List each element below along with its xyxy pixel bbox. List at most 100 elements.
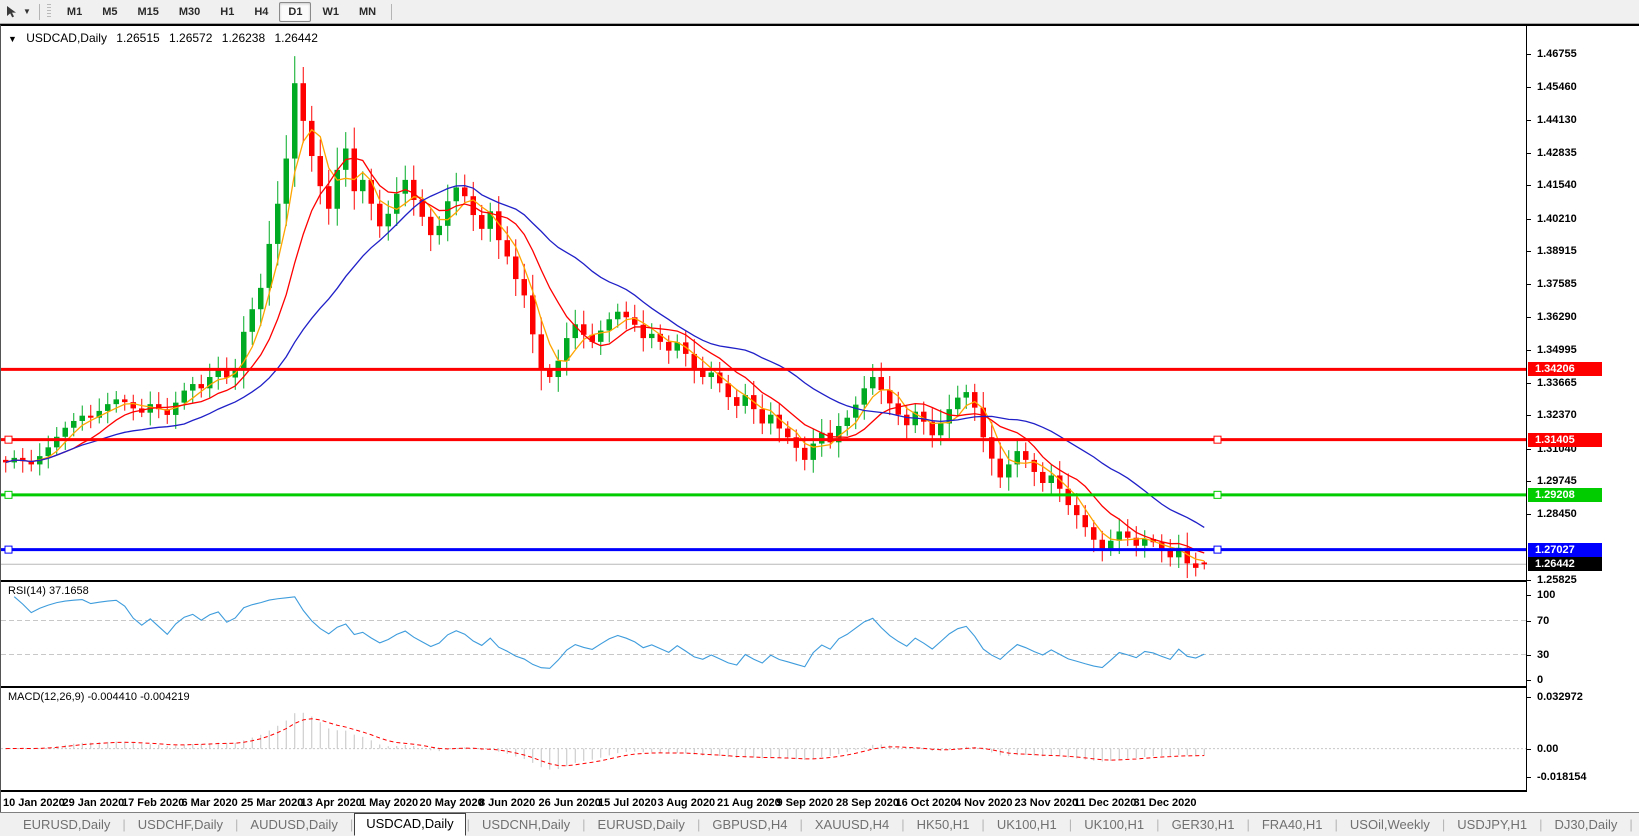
toolbar: ▼ M1 M5 M15 M30 H1 H4 D1 W1 MN — [0, 0, 1639, 24]
macd-signal-line — [5, 718, 1205, 767]
timeframe-button-d1[interactable]: D1 — [279, 1, 312, 22]
rsi-panel: RSI(14) 37.1658 — [1, 582, 1638, 686]
timeframe-button-w1[interactable]: W1 — [313, 2, 348, 22]
tab-eurusd-daily[interactable]: EURUSD,Daily — [587, 814, 696, 835]
tab-uk100-h1[interactable]: UK100,H1 — [1073, 814, 1155, 835]
tab-separator: | — [235, 817, 239, 832]
rsi-plot[interactable] — [1, 582, 1526, 686]
price-axis-label: 1.40210 — [1537, 212, 1577, 225]
trading-app: ▼ M1 M5 M15 M30 H1 H4 D1 W1 MN ▼ USDCAD,Daily 1.… — [0, 0, 1639, 836]
price-badge: 1.29208 — [1528, 487, 1602, 502]
cursor-tool-icon[interactable] — [4, 4, 20, 20]
tab-ger30-h1[interactable]: GER30,H1 — [1161, 814, 1246, 835]
hline-handle-right[interactable] — [1213, 490, 1222, 499]
macd-plot[interactable] — [1, 688, 1526, 790]
tab-separator: | — [1068, 817, 1073, 832]
hline-handle-left[interactable] — [4, 435, 13, 444]
rsi-axis-label: 70 — [1537, 614, 1550, 627]
date-label: 15 Jul 2020 — [598, 797, 657, 809]
macd-axis-label: 0.032972 — [1537, 691, 1583, 703]
tab-xauusd-h4[interactable]: XAUUSD,H4 — [804, 814, 900, 835]
chart-title: ▼ USDCAD,Daily 1.26515 1.26572 1.26238 1… — [8, 31, 324, 45]
tab-usdcnh-daily[interactable]: USDCNH,Daily — [471, 814, 581, 835]
tab-hk50-h1[interactable]: HK50,H1 — [906, 814, 981, 835]
tab-separator: | — [349, 817, 354, 832]
tool-dropdown-caret-icon[interactable]: ▼ — [23, 7, 31, 16]
tab-separator: | — [1441, 817, 1446, 832]
axis-tick — [1527, 481, 1531, 483]
hline-handle-right[interactable] — [1213, 435, 1222, 444]
axis-tick — [1527, 218, 1531, 220]
tab-china300-h1[interactable]: CHINA300,H1 — [1634, 814, 1639, 835]
rsi-line — [13, 596, 1205, 669]
tab-gbpusd-h4[interactable]: GBPUSD,H4 — [701, 814, 798, 835]
tab-usdjpy-h1[interactable]: USDJPY,H1 — [1446, 814, 1538, 835]
price-badge: 1.34206 — [1528, 362, 1602, 377]
axis-tick — [1527, 54, 1531, 56]
date-label: 23 Nov 2020 — [1014, 797, 1079, 809]
date-label: 10 Jan 2020 — [3, 797, 65, 809]
macd-axis-label: 0.00 — [1537, 742, 1559, 755]
date-label: 17 Feb 2020 — [122, 797, 185, 809]
date-label: 25 Mar 2020 — [241, 797, 304, 809]
tab-separator: | — [466, 817, 471, 832]
axis-tick — [1527, 448, 1531, 450]
chart-dropdown-caret-icon[interactable]: ▼ — [8, 34, 17, 44]
price-axis-label: 1.46755 — [1537, 48, 1577, 61]
tab-dj30-daily[interactable]: DJ30,Daily — [1544, 814, 1629, 835]
date-label: 29 Jan 2020 — [62, 797, 125, 809]
axis-tick — [1527, 86, 1531, 88]
tab-usdchf-daily[interactable]: USDCHF,Daily — [127, 814, 234, 835]
price-axis-label: 1.32370 — [1537, 409, 1577, 422]
symbol-label: USDCAD,Daily — [26, 31, 107, 45]
axis-tick — [1527, 185, 1531, 187]
main-chart-plot[interactable] — [1, 26, 1526, 580]
toolbar-separator — [391, 3, 393, 20]
ohlc-open: 1.26515 — [116, 31, 160, 45]
price-axis-label: 1.33665 — [1537, 376, 1577, 389]
price-axis-label: 1.29745 — [1537, 475, 1577, 488]
date-label: 8 Jun 2020 — [479, 797, 536, 809]
hline-handle-left[interactable] — [4, 545, 13, 554]
hline-handle-left[interactable] — [4, 490, 13, 499]
rsi-axis-label: 100 — [1537, 589, 1556, 601]
price-axis-label: 1.36290 — [1537, 311, 1577, 323]
timeframe-button-m5[interactable]: M5 — [93, 2, 126, 22]
date-label: 9 Sep 2020 — [776, 797, 834, 809]
tab-usdcad-daily[interactable]: USDCAD,Daily — [354, 812, 466, 836]
date-label: 20 May 2020 — [419, 797, 484, 809]
date-label: 16 Oct 2020 — [895, 797, 957, 809]
axis-tick — [1527, 513, 1531, 515]
hline-handle-right[interactable] — [1213, 545, 1222, 554]
toolbar-grip[interactable] — [46, 4, 51, 19]
date-label: 26 Jun 2020 — [538, 797, 601, 809]
tab-separator: | — [1539, 817, 1543, 832]
tab-separator: | — [799, 817, 803, 832]
tab-uk100-h1[interactable]: UK100,H1 — [986, 814, 1068, 835]
tab-fra40-h1[interactable]: FRA40,H1 — [1251, 814, 1334, 835]
timeframe-button-m30[interactable]: M30 — [170, 2, 209, 22]
axis-tick — [1527, 777, 1531, 778]
current-price-badge: 1.26442 — [1528, 557, 1602, 572]
tab-separator: | — [582, 817, 586, 832]
timeframe-button-h4[interactable]: H4 — [245, 2, 277, 22]
tab-audusd-daily[interactable]: AUDUSD,Daily — [239, 814, 348, 835]
timeframe-button-m15[interactable]: M15 — [128, 2, 167, 22]
date-label: 1 May 2020 — [360, 797, 419, 809]
ma-line-22 — [5, 184, 1205, 528]
axis-tick — [1527, 654, 1531, 656]
date-label: 28 Sep 2020 — [836, 797, 899, 809]
tab-usoil-weekly[interactable]: USOil,Weekly — [1339, 814, 1441, 835]
timeframe-button-m1[interactable]: M1 — [58, 2, 91, 22]
timeframe-button-h1[interactable]: H1 — [211, 2, 243, 22]
tab-separator: | — [981, 817, 985, 832]
ohlc-close: 1.26442 — [274, 31, 318, 45]
axis-tick — [1527, 349, 1531, 351]
macd-label: MACD(12,26,9) -0.004410 -0.004219 — [8, 691, 190, 703]
macd-axis-label: -0.018154 — [1537, 771, 1587, 783]
tab-separator: | — [122, 817, 126, 832]
tab-eurusd-daily[interactable]: EURUSD,Daily — [12, 814, 121, 835]
date-label: 6 Mar 2020 — [181, 797, 238, 809]
timeframe-button-mn[interactable]: MN — [350, 2, 385, 22]
toolbar-separator — [38, 3, 40, 20]
